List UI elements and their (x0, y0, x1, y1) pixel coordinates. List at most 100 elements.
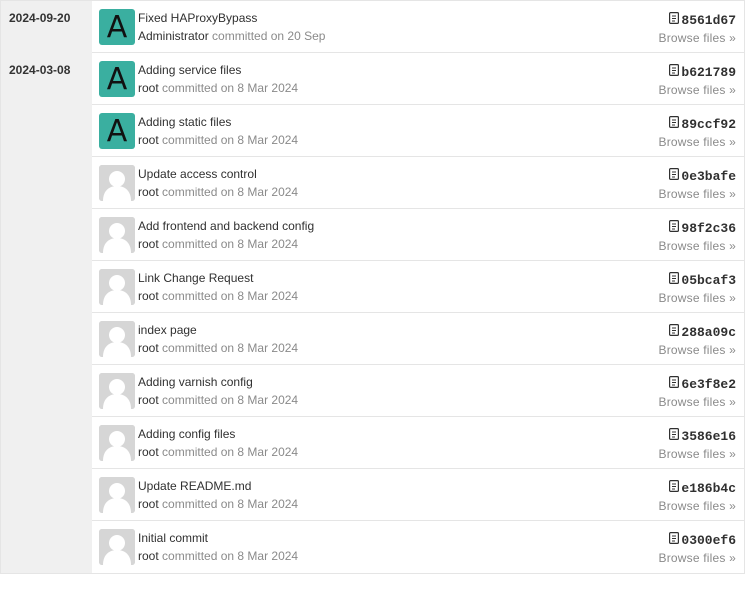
browse-files-link[interactable]: Browse files » (659, 187, 737, 201)
default-user-icon (99, 425, 135, 461)
commit-author-link[interactable]: root (138, 237, 159, 251)
commit-title-link[interactable]: Adding static files (138, 115, 231, 129)
committed-on-text: committed on (162, 81, 235, 95)
browse-files-link[interactable]: Browse files » (659, 447, 737, 461)
commit-day-rows: A Fixed HAProxyBypass Administrator commit… (92, 1, 744, 53)
browse-files-link[interactable]: Browse files » (659, 343, 737, 357)
commit-author-link[interactable]: root (138, 549, 159, 563)
avatar[interactable] (99, 321, 135, 357)
commit-author-link[interactable]: root (138, 185, 159, 199)
default-user-icon (99, 529, 135, 565)
commit-meta: root committed on 8 Mar 2024 (138, 341, 298, 355)
commit-day-group: 2024-03-08 A Adding service files root comm… (1, 53, 744, 573)
commit-sha-group: 6e3f8e2 (669, 375, 736, 393)
commit-row: Link Change Request root committed on 8 M… (92, 261, 744, 313)
commit-sha-link[interactable]: e186b4c (681, 481, 736, 496)
browse-files-link[interactable]: Browse files » (659, 551, 737, 565)
copy-sha-icon[interactable] (669, 63, 681, 81)
copy-sha-icon[interactable] (669, 167, 681, 185)
browse-files-link[interactable]: Browse files » (659, 291, 737, 305)
commit-sha-link[interactable]: 05bcaf3 (681, 273, 736, 288)
avatar[interactable]: A (99, 113, 135, 149)
commit-date: 8 Mar 2024 (237, 81, 299, 95)
commit-sha-link[interactable]: 98f2c36 (681, 221, 736, 236)
browse-files-link[interactable]: Browse files » (659, 31, 737, 45)
commit-title-link[interactable]: Initial commit (138, 531, 208, 545)
commit-sha-link[interactable]: 0e3bafe (681, 169, 736, 184)
commit-meta: root committed on 8 Mar 2024 (138, 133, 298, 147)
browse-files-link[interactable]: Browse files » (659, 239, 737, 253)
commit-author-link[interactable]: root (138, 289, 159, 303)
commit-sha-group: 3586e16 (669, 427, 736, 445)
browse-files-link[interactable]: Browse files » (659, 135, 737, 149)
commit-row: A Fixed HAProxyBypass Administrator commit… (92, 1, 744, 53)
avatar[interactable] (99, 425, 135, 461)
browse-files-link[interactable]: Browse files » (659, 395, 737, 409)
commit-sha-group: 0300ef6 (669, 531, 736, 549)
avatar[interactable] (99, 373, 135, 409)
avatar[interactable] (99, 529, 135, 565)
commit-title-link[interactable]: Link Change Request (138, 271, 253, 285)
commit-title-link[interactable]: Adding config files (138, 427, 235, 441)
commit-author-link[interactable]: root (138, 497, 159, 511)
copy-sha-icon[interactable] (669, 375, 681, 393)
copy-sha-icon[interactable] (669, 323, 681, 341)
commit-sha-group: b621789 (669, 63, 736, 81)
commit-author-link[interactable]: root (138, 341, 159, 355)
default-user-icon (99, 321, 135, 357)
avatar[interactable] (99, 477, 135, 513)
default-user-icon (99, 165, 135, 201)
commit-meta: root committed on 8 Mar 2024 (138, 445, 298, 459)
commit-sha-link[interactable]: 288a09c (681, 325, 736, 340)
commit-sha-link[interactable]: 0300ef6 (681, 533, 736, 548)
commit-title-link[interactable]: Adding varnish config (138, 375, 253, 389)
avatar[interactable]: A (99, 61, 135, 97)
avatar[interactable] (99, 269, 135, 305)
commit-sha-link[interactable]: b621789 (681, 65, 736, 80)
committed-on-text: committed on (162, 185, 235, 199)
commit-sha-link[interactable]: 3586e16 (681, 429, 736, 444)
copy-sha-icon[interactable] (669, 427, 681, 445)
browse-files-link[interactable]: Browse files » (659, 499, 737, 513)
commit-author-link[interactable]: root (138, 81, 159, 95)
copy-sha-icon[interactable] (669, 115, 681, 133)
commit-title-link[interactable]: index page (138, 323, 197, 337)
commit-row: Initial commit root committed on 8 Mar 20… (92, 521, 744, 573)
commit-row: Adding config files root committed on 8 M… (92, 417, 744, 469)
commit-row: A Adding static files root committed on 8 … (92, 105, 744, 157)
copy-sha-icon[interactable] (669, 531, 681, 549)
commit-title-link[interactable]: Add frontend and backend config (138, 219, 314, 233)
commit-author-link[interactable]: root (138, 393, 159, 407)
commit-title-link[interactable]: Adding service files (138, 63, 241, 77)
commit-sha-link[interactable]: 8561d67 (681, 13, 736, 28)
browse-files-link[interactable]: Browse files » (659, 83, 737, 97)
default-user-icon (99, 373, 135, 409)
committed-on-text: committed on (162, 237, 235, 251)
copy-sha-icon[interactable] (669, 271, 681, 289)
copy-sha-icon[interactable] (669, 11, 681, 29)
commit-title-link[interactable]: Update access control (138, 167, 257, 181)
commit-sha-link[interactable]: 6e3f8e2 (681, 377, 736, 392)
commit-date: 8 Mar 2024 (237, 133, 299, 147)
commit-title-link[interactable]: Fixed HAProxyBypass (138, 11, 257, 25)
avatar[interactable] (99, 165, 135, 201)
commit-date: 8 Mar 2024 (237, 393, 299, 407)
commit-author-link[interactable]: root (138, 445, 159, 459)
commit-day-date: 2024-03-08 (1, 53, 92, 573)
commit-history-page: 2024-09-20 A Fixed HAProxyBypass Administra… (0, 0, 750, 593)
avatar[interactable] (99, 217, 135, 253)
commit-author-link[interactable]: Administrator (138, 29, 209, 43)
committed-on-text: committed on (162, 445, 235, 459)
commit-list: 2024-09-20 A Fixed HAProxyBypass Administra… (0, 0, 745, 574)
commit-row: Add frontend and backend config root comm… (92, 209, 744, 261)
copy-sha-icon[interactable] (669, 219, 681, 237)
commit-author-link[interactable]: root (138, 133, 159, 147)
commit-sha-link[interactable]: 89ccf92 (681, 117, 736, 132)
commit-meta: root committed on 8 Mar 2024 (138, 393, 298, 407)
commit-title-link[interactable]: Update README.md (138, 479, 251, 493)
avatar[interactable]: A (99, 9, 135, 45)
commit-row: Update README.md root committed on 8 Mar … (92, 469, 744, 521)
default-user-icon (99, 269, 135, 305)
copy-sha-icon[interactable] (669, 479, 681, 497)
commit-date: 8 Mar 2024 (237, 237, 299, 251)
